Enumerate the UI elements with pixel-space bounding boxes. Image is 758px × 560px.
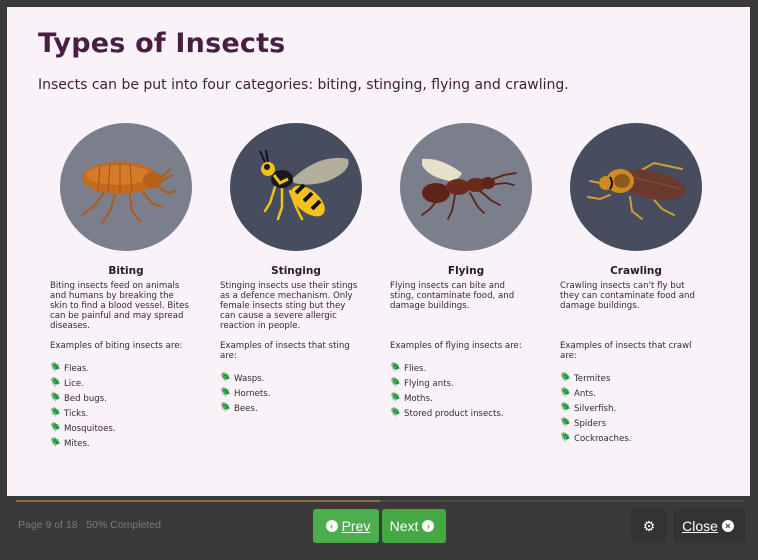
page-title: Types of Insects bbox=[38, 28, 286, 59]
list-item: 🪲 Silverfish. bbox=[560, 403, 617, 414]
category-description: Flying insects can bite and sting, conta… bbox=[390, 281, 515, 311]
bug-icon: 🪲 bbox=[560, 388, 572, 398]
list-item: 🪲 Mites. bbox=[50, 438, 90, 449]
examples-intro: Examples of insects that sting are: bbox=[220, 341, 350, 361]
category-biting: Biting Biting insects feed on animals an… bbox=[50, 123, 210, 451]
examples-intro: Examples of biting insects are: bbox=[50, 341, 183, 351]
bug-icon: 🪲 bbox=[50, 363, 62, 373]
category-description: Stinging insects use their stings as a d… bbox=[220, 281, 358, 331]
chevron-left-circle-icon: ‹ bbox=[325, 520, 338, 532]
course-player: Types of Insects Insects can be put into… bbox=[0, 0, 758, 560]
bug-icon: 🪲 bbox=[50, 393, 62, 403]
list-item: 🪲 Stored product insects. bbox=[390, 408, 504, 419]
list-item: 🪲 Mosquitoes. bbox=[50, 423, 116, 434]
bug-icon: 🪲 bbox=[560, 433, 572, 443]
list-item: 🪲 Ants. bbox=[560, 388, 596, 399]
progress-bar bbox=[16, 500, 744, 502]
list-item: 🪲 Flying ants. bbox=[390, 378, 454, 389]
list-item: 🪲 Bed bugs. bbox=[50, 393, 107, 404]
examples-list: 🪲 Wasps. 🪲 Hornets. 🪲 Bees. bbox=[220, 371, 380, 416]
examples-intro: Examples of insects that crawl are: bbox=[560, 341, 692, 361]
page-subtitle: Insects can be put into four categories:… bbox=[38, 77, 569, 93]
close-button[interactable]: Close × bbox=[674, 509, 746, 543]
content-panel: Types of Insects Insects can be put into… bbox=[7, 7, 750, 496]
flying-ant-image bbox=[400, 123, 532, 251]
category-description: Crawling insects can't fly but they can … bbox=[560, 281, 695, 311]
category-title: Stinging bbox=[271, 265, 321, 277]
bug-icon: 🪲 bbox=[50, 408, 62, 418]
settings-button[interactable]: ⚙ bbox=[631, 509, 667, 543]
list-item: 🪲 Ticks. bbox=[50, 408, 89, 419]
bug-icon: 🪲 bbox=[390, 378, 402, 388]
category-description: Biting insects feed on animals and human… bbox=[50, 281, 189, 331]
category-crawling: Crawling Crawling insects can't fly but … bbox=[560, 123, 720, 446]
bug-icon: 🪲 bbox=[220, 403, 232, 413]
category-title: Crawling bbox=[610, 265, 662, 277]
examples-list: 🪲 Termites 🪲 Ants. 🪲 Silverfish. 🪲 Spiders 🪲… bbox=[560, 371, 720, 446]
bug-icon: 🪲 bbox=[560, 403, 572, 413]
close-circle-icon: × bbox=[721, 520, 734, 532]
bug-icon: 🪲 bbox=[390, 363, 402, 373]
list-item: 🪲 Fleas. bbox=[50, 363, 90, 374]
category-title: Flying bbox=[447, 265, 485, 277]
bug-icon: 🪲 bbox=[220, 388, 232, 398]
list-item: 🪲 Termites bbox=[560, 373, 611, 384]
category-title: Biting bbox=[108, 265, 144, 277]
bug-icon: 🪲 bbox=[50, 423, 62, 433]
bug-icon: 🪲 bbox=[560, 373, 572, 383]
list-item: 🪲 Hornets. bbox=[220, 388, 271, 399]
list-item: 🪲 Bees. bbox=[220, 403, 258, 414]
examples-list: 🪲 Fleas. 🪲 Lice. 🪲 Bed bugs. 🪲 Ticks. 🪲 Mosqu… bbox=[50, 361, 210, 451]
examples-list: 🪲 Flies. 🪲 Flying ants. 🪲 Moths. 🪲 Stored pr… bbox=[390, 361, 550, 421]
cockroach-image bbox=[570, 123, 702, 251]
bug-icon: 🪲 bbox=[390, 408, 402, 418]
gears-icon: ⚙ bbox=[642, 517, 656, 534]
category-stinging: Stinging Stinging insects use their stin… bbox=[220, 123, 380, 416]
list-item: 🪲 Wasps. bbox=[220, 373, 265, 384]
bed-bug-image bbox=[60, 123, 192, 251]
list-item: 🪲 Lice. bbox=[50, 378, 84, 389]
chevron-right-circle-icon: › bbox=[422, 520, 435, 532]
list-item: 🪲 Cockroaches. bbox=[560, 433, 632, 444]
prev-button[interactable]: ‹ Prev bbox=[313, 509, 379, 543]
progress-fill bbox=[16, 500, 380, 502]
bug-icon: 🪲 bbox=[560, 418, 572, 428]
wasp-image bbox=[230, 123, 362, 251]
next-button[interactable]: Next › bbox=[382, 509, 446, 543]
bug-icon: 🪲 bbox=[220, 373, 232, 383]
category-flying: Flying Flying insects can bite and sting… bbox=[390, 123, 550, 421]
bug-icon: 🪲 bbox=[390, 393, 402, 403]
page-status: Page 9 of 18 50% Completed bbox=[18, 519, 162, 531]
bug-icon: 🪲 bbox=[50, 378, 62, 388]
bug-icon: 🪲 bbox=[50, 438, 62, 448]
list-item: 🪲 Spiders bbox=[560, 418, 607, 429]
examples-intro: Examples of flying insects are: bbox=[390, 341, 522, 351]
list-item: 🪲 Flies. bbox=[390, 363, 427, 374]
list-item: 🪲 Moths. bbox=[390, 393, 433, 404]
